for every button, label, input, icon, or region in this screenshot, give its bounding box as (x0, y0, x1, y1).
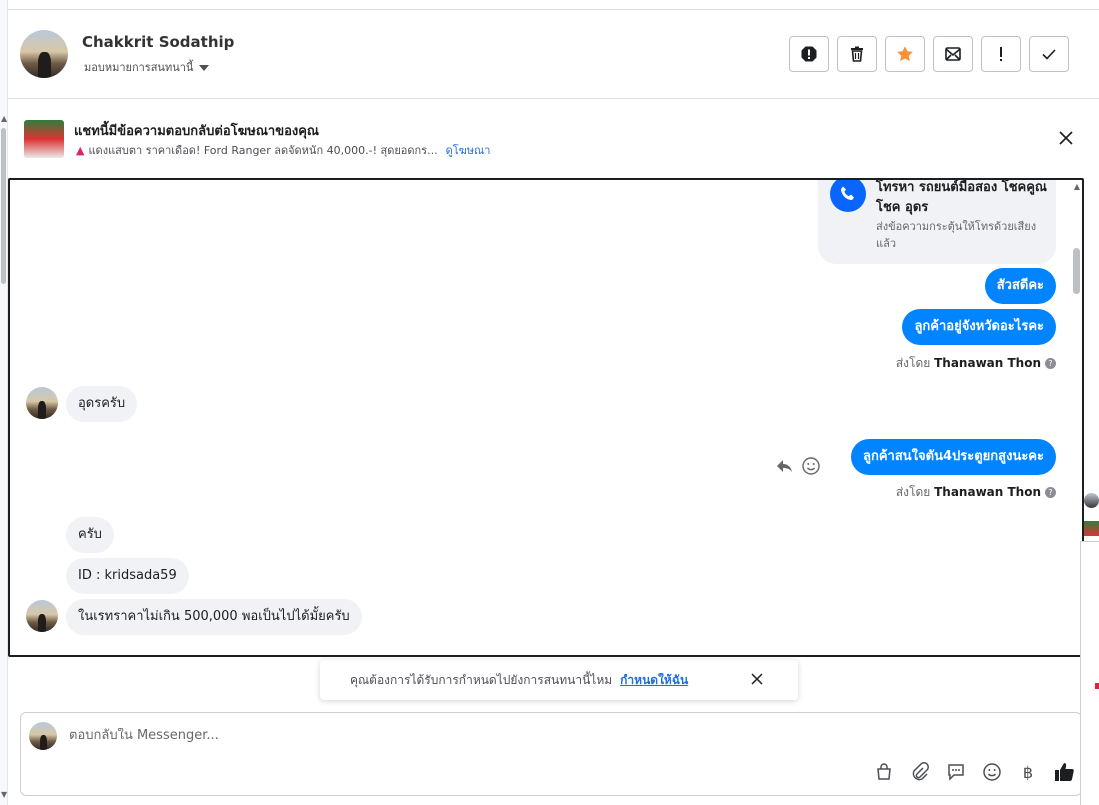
mark-unread-icon (945, 47, 961, 61)
contact-avatar[interactable] (20, 30, 68, 78)
contact-name[interactable]: Chakkrit Sodathip (82, 33, 234, 51)
reply-icon[interactable] (775, 456, 795, 476)
message-bubble[interactable]: อุดรครับ (66, 386, 138, 422)
message-actions (775, 456, 821, 476)
help-icon[interactable]: ? (1045, 487, 1056, 498)
scroll-down-arrow-icon[interactable]: ▼ (1, 790, 7, 799)
avatar[interactable] (1084, 493, 1099, 508)
message-bubble[interactable]: ครับ (66, 517, 114, 553)
caret-down-icon (199, 65, 210, 71)
side-panel-edge (1080, 485, 1099, 805)
messenger-inbox: ▲ ▼ Chakkrit Sodathip มอบหมายการสนทนานี้ (0, 0, 1099, 805)
paperclip-icon[interactable] (909, 761, 931, 783)
sent-by-label: ส่งโดย Thanawan Thon? (896, 483, 1056, 502)
ad-reply-banner: แชทนี้มีข้อความตอบกลับต่อโฆษณาของคุณ ▲ แด… (8, 99, 1099, 177)
page-avatar (29, 722, 57, 750)
phone-icon (830, 180, 866, 212)
view-ad-link[interactable]: ดูโฆษณา (446, 144, 491, 157)
mark-important-button[interactable] (981, 36, 1021, 72)
sent-by-label: ส่งโดย Thanawan Thon? (896, 354, 1056, 373)
baht-icon[interactable]: ฿ (1017, 761, 1039, 783)
ad-thumbnail[interactable] (24, 120, 64, 158)
message-bubble[interactable]: ลูกค้าอยู่จังหวัดอะไรคะ (902, 309, 1056, 345)
assign-label: มอบหมายการสนทนานี้ (84, 61, 194, 74)
mark-unread-button[interactable] (933, 36, 973, 72)
star-icon (897, 46, 913, 62)
call-card-subtitle: ส่งข้อความกระตุ้นให้โทรด้วยเสียงแล้ว (876, 220, 1037, 250)
scroll-up-arrow-icon[interactable]: ▲ (1074, 182, 1080, 191)
sent-by-prefix: ส่งโดย (895, 485, 931, 499)
ad-banner-title: แชทนี้มีข้อความตอบกลับต่อโฆษณาของคุณ (74, 124, 319, 139)
call-card-title: โทรหา รถยนต์มือสอง โชคคูณโชค อุดร (876, 180, 1047, 215)
conversation-header: Chakkrit Sodathip มอบหมายการสนทนานี้ (8, 10, 1099, 99)
sender-avatar (26, 387, 58, 419)
sent-by-name: Thanawan Thon (934, 356, 1041, 370)
alert-icon (801, 46, 817, 62)
emoji-icon[interactable] (981, 761, 1003, 783)
scroll-up-arrow-icon[interactable]: ▲ (1, 114, 7, 123)
help-icon[interactable]: ? (1045, 358, 1056, 369)
assign-notice: คุณต้องการได้รับการกำหนดไปยังการสนทนานี้… (320, 660, 798, 700)
mark-done-button[interactable] (1029, 36, 1069, 72)
assign-notice-text: คุณต้องการได้รับการกำหนดไปยังการสนทนานี้… (350, 671, 688, 690)
reply-input[interactable] (69, 728, 669, 743)
close-icon[interactable] (750, 672, 764, 686)
message-bubble[interactable]: ในเรทราคาไม่เกิน 500,000 พอเป็นไปได้มั้ย… (66, 599, 362, 635)
assign-to-me-link[interactable]: กำหนดให้ฉัน (620, 673, 688, 687)
close-icon[interactable] (1057, 129, 1075, 147)
emoji-reaction-icon[interactable] (801, 456, 821, 476)
ad-text: แดงแสบตา ราคาเดือด! Ford Ranger ลดจัดหนั… (88, 144, 438, 157)
saved-reply-icon[interactable] (945, 761, 967, 783)
message-bubble[interactable]: สัวสดีคะ (984, 268, 1056, 304)
check-icon (1042, 49, 1056, 60)
message-bubble[interactable]: ID : kridsada59 (66, 558, 189, 594)
message-thread[interactable]: โทรหา รถยนต์มือสอง โชคคูณโชค อุดร ส่งข้อ… (8, 178, 1084, 657)
status-badge (1095, 683, 1099, 689)
ad-banner-subtitle: ▲ แดงแสบตา ราคาเดือด! Ford Ranger ลดจัดหน… (76, 141, 490, 159)
side-panel (1080, 541, 1099, 805)
exclamation-icon (1000, 47, 1002, 61)
left-scrollbar[interactable]: ▲ ▼ (0, 0, 8, 805)
assign-conversation-dropdown[interactable]: มอบหมายการสนทนานี้ (84, 58, 210, 76)
siren-emoji-icon: ▲ (76, 144, 85, 157)
sender-avatar (26, 600, 58, 632)
message-composer: ฿ (20, 712, 1082, 796)
assign-question: คุณต้องการได้รับการกำหนดไปยังการสนทนานี้… (350, 673, 613, 687)
composer-toolbar: ฿ (873, 761, 1075, 783)
trash-icon (851, 46, 863, 62)
scrollbar-thumb[interactable] (1073, 248, 1080, 294)
shopping-bag-icon[interactable] (873, 761, 895, 783)
message-bubble[interactable]: ลูกค้าสนใจตัน4ประตูยกสูงนะคะ (851, 439, 1056, 475)
conversation-toolbar (789, 36, 1069, 72)
sent-by-prefix: ส่งโดย (895, 356, 931, 370)
ad-thumbnail[interactable] (1084, 521, 1099, 536)
sent-by-name: Thanawan Thon (934, 485, 1041, 499)
scrollbar-thumb[interactable] (1, 128, 6, 284)
star-button[interactable] (885, 36, 925, 72)
call-request-card: โทรหา รถยนต์มือสอง โชคคูณโชค อุดร ส่งข้อ… (818, 180, 1056, 264)
thumbs-up-icon[interactable] (1053, 761, 1075, 783)
report-spam-button[interactable] (789, 36, 829, 72)
delete-button[interactable] (837, 36, 877, 72)
